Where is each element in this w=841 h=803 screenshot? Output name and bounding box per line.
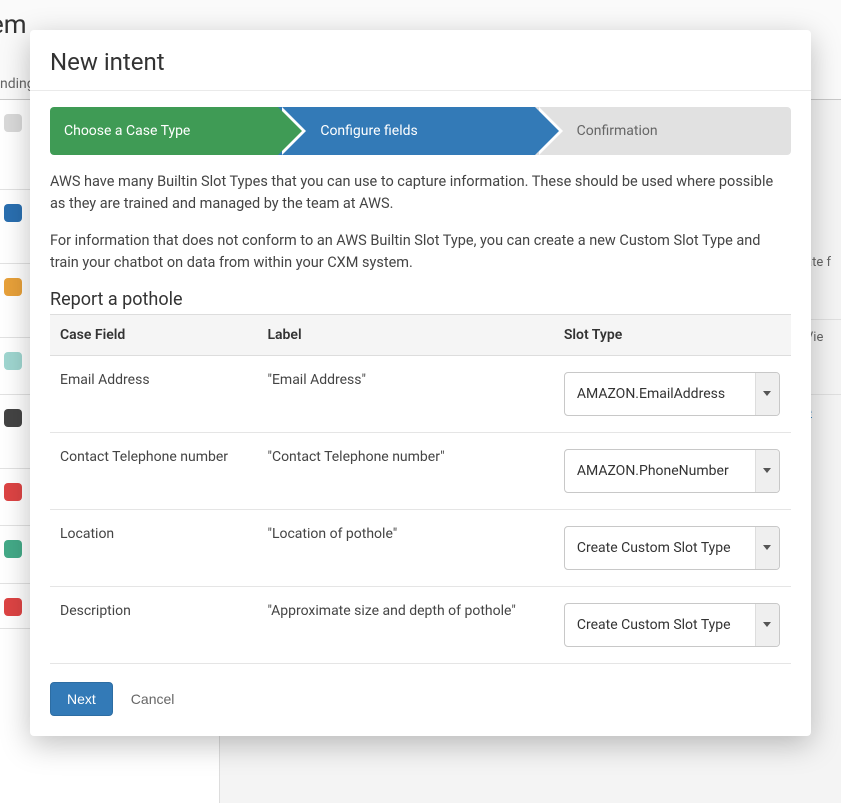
case-type-subheading: Report a pothole <box>50 289 791 310</box>
select-value: Create Custom Slot Type <box>565 527 755 569</box>
chevron-down-icon <box>755 373 779 415</box>
app-icon <box>4 409 22 427</box>
cell-label: "Approximate size and depth of pothole" <box>257 586 553 663</box>
cell-slot-type: Create Custom Slot Type <box>554 586 791 663</box>
slot-type-select[interactable]: Create Custom Slot Type <box>564 526 780 570</box>
description-paragraph-2: For information that does not conform to… <box>50 230 791 275</box>
step-choose-case-type[interactable]: Choose a Case Type <box>50 107 278 155</box>
app-icon <box>4 204 22 222</box>
step-confirmation[interactable]: Confirmation <box>535 107 791 155</box>
app-icon <box>4 114 22 132</box>
app-icon <box>4 598 22 616</box>
cancel-button[interactable]: Cancel <box>131 691 175 707</box>
step-label: Choose a Case Type <box>64 123 190 139</box>
new-intent-modal: New intent Choose a Case Type Configure … <box>30 30 811 736</box>
select-value: AMAZON.EmailAddress <box>565 373 755 415</box>
step-label: Confirmation <box>577 123 658 139</box>
table-row: Location"Location of pothole" Create Cust… <box>50 509 791 586</box>
select-value: AMAZON.PhoneNumber <box>565 450 755 492</box>
cell-case-field: Email Address <box>50 355 257 432</box>
app-icon <box>4 352 22 370</box>
chevron-down-icon <box>755 450 779 492</box>
description-paragraph-1: AWS have many Builtin Slot Types that yo… <box>50 171 791 216</box>
cell-label: "Location of pothole" <box>257 509 553 586</box>
step-label: Configure fields <box>320 123 417 139</box>
chevron-down-icon <box>755 604 779 646</box>
cell-case-field: Description <box>50 586 257 663</box>
cell-label: "Email Address" <box>257 355 553 432</box>
column-slot-type: Slot Type <box>554 314 791 355</box>
select-value: Create Custom Slot Type <box>565 604 755 646</box>
table-row: Description"Approximate size and depth o… <box>50 586 791 663</box>
step-configure-fields[interactable]: Configure fields <box>278 107 534 155</box>
chevron-right-icon <box>535 107 559 155</box>
chevron-down-icon <box>755 527 779 569</box>
slot-type-select[interactable]: AMAZON.EmailAddress <box>564 372 780 416</box>
modal-title: New intent <box>30 30 811 91</box>
slot-type-select[interactable]: Create Custom Slot Type <box>564 603 780 647</box>
cell-slot-type: AMAZON.EmailAddress <box>554 355 791 432</box>
cell-label: "Contact Telephone number" <box>257 432 553 509</box>
column-case-field: Case Field <box>50 314 257 355</box>
next-button[interactable]: Next <box>50 682 113 716</box>
cell-slot-type: Create Custom Slot Type <box>554 509 791 586</box>
table-row: Email Address"Email Address" AMAZON.Email… <box>50 355 791 432</box>
app-icon <box>4 278 22 296</box>
slot-type-select[interactable]: AMAZON.PhoneNumber <box>564 449 780 493</box>
wizard-steps: Choose a Case Type Configure fields Conf… <box>50 107 791 155</box>
chevron-right-icon <box>278 107 302 155</box>
cell-case-field: Contact Telephone number <box>50 432 257 509</box>
table-row: Contact Telephone number"Contact Telepho… <box>50 432 791 509</box>
cell-slot-type: AMAZON.PhoneNumber <box>554 432 791 509</box>
app-icon <box>4 540 22 558</box>
modal-footer: Next Cancel <box>30 664 811 716</box>
cell-case-field: Location <box>50 509 257 586</box>
column-label: Label <box>257 314 553 355</box>
app-icon <box>4 483 22 501</box>
fields-table: Case Field Label Slot Type Email Address… <box>50 314 791 664</box>
